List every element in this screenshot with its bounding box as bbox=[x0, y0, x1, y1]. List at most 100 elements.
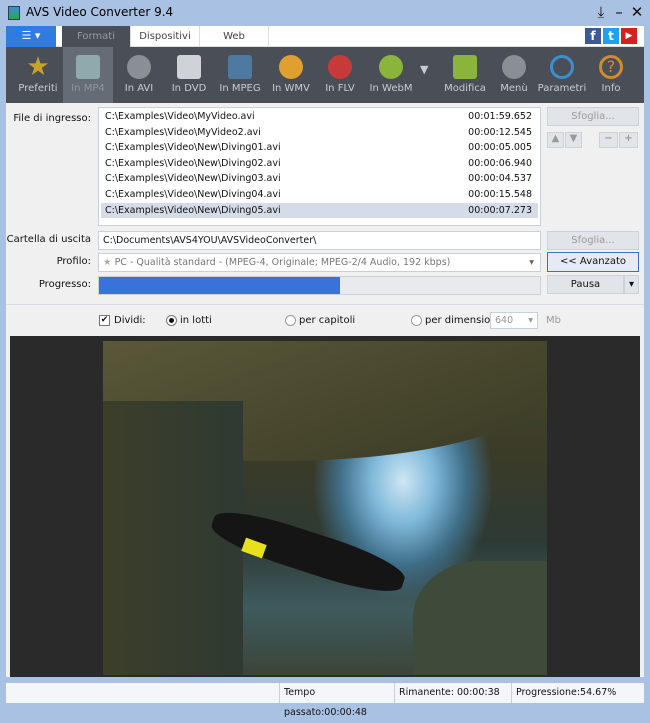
toolbar-menù[interactable]: Menù bbox=[489, 47, 539, 103]
file-path: C:\Examples\Video\MyVideo.avi bbox=[105, 111, 255, 122]
progress-percent: Progressione:54.67% bbox=[511, 683, 644, 703]
file-path: C:\Examples\Video\New\Diving03.avi bbox=[105, 173, 281, 185]
browse-output-button[interactable]: Sfoglia... bbox=[547, 231, 639, 250]
file-row[interactable]: C:\Examples\Video\New\Diving05.avi 00:00:… bbox=[101, 202, 538, 219]
facebook-icon[interactable]: f bbox=[585, 28, 601, 44]
profile-label: Profilo: bbox=[56, 256, 91, 267]
toolbar-in-mpeg[interactable]: In MPEG bbox=[215, 47, 265, 103]
video-preview-area bbox=[10, 336, 640, 677]
toolbar-in-wmv[interactable]: In WMV bbox=[266, 47, 316, 103]
toolbar-in-flv[interactable]: In FLV bbox=[315, 47, 365, 103]
file-path: C:\Examples\Video\MyVideo2.avi bbox=[105, 126, 261, 138]
size-value: 640 bbox=[495, 315, 514, 326]
radio-per-capitoli[interactable] bbox=[285, 315, 296, 326]
split-label: Dividi: bbox=[114, 315, 146, 326]
edit-icon bbox=[453, 55, 477, 79]
file-duration: 00:00:07.273 bbox=[468, 204, 532, 216]
profile-value: PC - Qualità standard - (MPEG-4, Origina… bbox=[114, 257, 451, 268]
app-icon bbox=[8, 6, 20, 20]
move-up-button[interactable]: ▲ bbox=[547, 132, 564, 148]
toolbar-label: In WebM bbox=[369, 83, 413, 94]
main-panel: File di ingresso: C:\Examples\Video\MyVi… bbox=[6, 103, 644, 677]
mp4-icon bbox=[76, 55, 100, 79]
file-duration: 00:00:04.537 bbox=[468, 173, 532, 185]
tab-formati[interactable]: Formati bbox=[62, 26, 131, 47]
file-row[interactable]: C:\Examples\Video\New\Diving03.avi 00:00:… bbox=[101, 171, 538, 187]
webm-icon bbox=[379, 55, 403, 79]
toolbar-in-mp-[interactable]: In MP4 bbox=[63, 47, 113, 103]
toolbar-label: Info bbox=[601, 83, 621, 94]
toolbar: ★ Preferiti In MP4 In AVI In DVD In MPEG In WM… bbox=[6, 47, 644, 103]
twitter-icon[interactable]: t bbox=[603, 28, 619, 44]
progress-fill bbox=[99, 277, 341, 294]
file-duration: 00:00:05.005 bbox=[468, 142, 532, 154]
file-path: C:\Examples\Video\New\Diving01.avi bbox=[105, 142, 281, 154]
input-file-list[interactable]: C:\Examples\Video\MyVideo.avi 00:01:59.65… bbox=[98, 107, 541, 226]
chevron-down-icon: ▾ bbox=[529, 257, 534, 268]
chevron-down-icon: ▾ bbox=[528, 315, 533, 326]
main-menu-button[interactable]: ☰ ▾ bbox=[6, 26, 56, 47]
title-bar: AVS Video Converter 9.4 ⤓ – ✕ bbox=[0, 0, 650, 26]
file-path: C:\Examples\Video\New\Diving02.avi bbox=[105, 157, 281, 169]
pause-button[interactable]: Pausa bbox=[547, 275, 624, 294]
dvd-icon bbox=[177, 55, 201, 79]
file-row[interactable]: C:\Examples\Video\New\Diving02.avi 00:00:… bbox=[101, 156, 538, 172]
toolbar-in-dvd[interactable]: In DVD bbox=[164, 47, 214, 103]
progress-label: Progresso: bbox=[38, 279, 91, 290]
star-icon: ★ bbox=[103, 257, 112, 268]
add-file-button[interactable]: + bbox=[619, 132, 638, 148]
gear-icon bbox=[550, 55, 574, 79]
toolbar-in-avi[interactable]: In AVI bbox=[114, 47, 164, 103]
radio-label-per-capitoli: per capitoli bbox=[299, 315, 356, 326]
toolbar-modifica[interactable]: Modifica bbox=[440, 47, 490, 103]
menu-disc-icon bbox=[502, 55, 526, 79]
remove-file-button[interactable]: − bbox=[599, 132, 618, 148]
size-unit: Mb bbox=[546, 315, 561, 326]
help-icon: ? bbox=[599, 55, 623, 79]
tab-web[interactable]: Web bbox=[200, 26, 269, 47]
move-down-button[interactable]: ▼ bbox=[565, 132, 582, 148]
file-duration: 00:00:12.545 bbox=[468, 126, 532, 138]
toolbar-parametri[interactable]: Parametri bbox=[537, 47, 587, 103]
download-icon[interactable]: ⤓ bbox=[592, 3, 610, 21]
window-title: AVS Video Converter 9.4 bbox=[26, 5, 174, 19]
file-path: C:\Examples\Video\New\Diving04.avi bbox=[105, 189, 281, 200]
progress-bar bbox=[98, 276, 541, 295]
browse-input-button[interactable]: Sfoglia... bbox=[547, 107, 639, 126]
size-select[interactable]: 640 ▾ bbox=[490, 312, 538, 329]
output-folder-label: Cartella di uscita bbox=[6, 234, 91, 245]
input-files-label: File di ingresso: bbox=[13, 113, 91, 124]
file-row[interactable]: C:\Examples\Video\MyVideo2.avi 00:00:12.5… bbox=[101, 125, 538, 141]
split-checkbox[interactable]: ✔ bbox=[99, 315, 110, 326]
file-duration: 00:00:15.548 bbox=[468, 189, 532, 200]
advanced-button[interactable]: << Avanzato bbox=[547, 252, 639, 272]
toolbar-preferiti[interactable]: ★ Preferiti bbox=[13, 47, 63, 103]
flash-icon bbox=[328, 55, 352, 79]
minimize-button[interactable]: – bbox=[610, 3, 628, 21]
file-row[interactable]: C:\Examples\Video\MyVideo.avi 00:01:59.65… bbox=[101, 109, 538, 125]
tab-bar: ☰ ▾ Formati Dispositivi Web f t ▶ bbox=[6, 26, 644, 47]
divider bbox=[6, 304, 644, 305]
file-row[interactable]: C:\Examples\Video\New\Diving04.avi 00:00:… bbox=[101, 187, 538, 203]
radio-per-dimensione[interactable] bbox=[411, 315, 422, 326]
close-button[interactable]: ✕ bbox=[628, 3, 646, 21]
status-bar: Tempo passato:00:00:48 Rimanente: 00:00:… bbox=[6, 683, 644, 718]
toolbar-info[interactable]: ? Info bbox=[586, 47, 636, 103]
file-duration: 00:01:59.652 bbox=[468, 111, 532, 122]
film-strip-icon bbox=[228, 55, 252, 79]
output-folder-field[interactable]: C:\Documents\AVS4YOU\AVSVideoConverter\ bbox=[98, 231, 541, 250]
tab-dispositivi[interactable]: Dispositivi bbox=[131, 26, 200, 47]
elapsed-time: Tempo passato:00:00:48 bbox=[279, 683, 394, 718]
youtube-icon[interactable]: ▶ bbox=[621, 28, 637, 44]
file-duration: 00:00:06.940 bbox=[468, 157, 532, 169]
profile-select[interactable]: ★ PC - Qualità standard - (MPEG-4, Origi… bbox=[98, 253, 541, 272]
pause-dropdown-button[interactable]: ▾ bbox=[624, 275, 639, 294]
toolbar-in-webm[interactable]: In WebM bbox=[366, 47, 416, 103]
radio-in-lotti[interactable] bbox=[166, 315, 177, 326]
video-frame bbox=[103, 341, 547, 675]
reef bbox=[413, 561, 547, 675]
file-row[interactable]: C:\Examples\Video\New\Diving01.avi 00:00:… bbox=[101, 140, 538, 156]
more-formats-dropdown[interactable]: ▼ bbox=[420, 63, 428, 76]
radio-label-in-lotti: in lotti bbox=[180, 315, 212, 326]
remaining-time: Rimanente: 00:00:38 bbox=[394, 683, 511, 703]
